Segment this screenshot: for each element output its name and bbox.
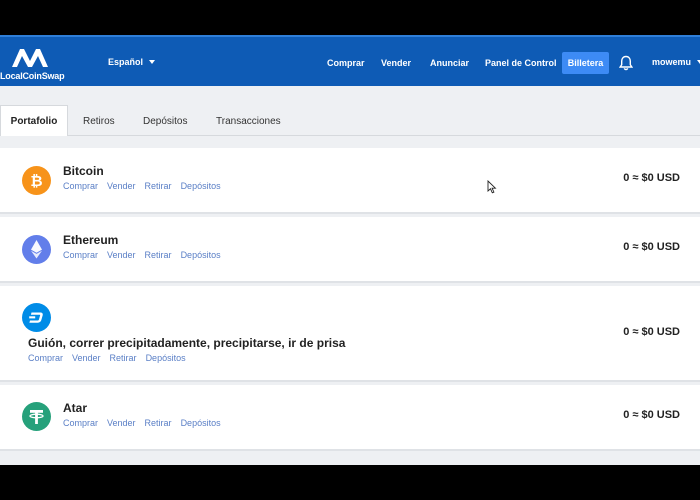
brand-logo[interactable]: LocalCoinSwap	[0, 45, 70, 85]
tab-withdrawals[interactable]: Retiros	[83, 116, 115, 127]
buy-link[interactable]: Comprar	[63, 250, 98, 260]
coin-actions: Comprar Vender Retirar Depósitos	[63, 181, 221, 191]
withdraw-link[interactable]: Retirar	[110, 353, 137, 363]
language-label: Español	[108, 57, 144, 67]
coin-row-dash: Guión, correr precipitadamente, precipit…	[0, 286, 700, 382]
wallet-tabs: Portafolio Retiros Depósitos Transaccion…	[0, 86, 700, 136]
nav-buy-link[interactable]: Comprar	[327, 58, 365, 68]
deposits-link[interactable]: Depósitos	[146, 353, 186, 363]
dash-icon	[22, 303, 51, 332]
sell-link[interactable]: Vender	[107, 418, 136, 428]
bitcoin-icon: ₿	[22, 166, 51, 195]
language-selector[interactable]: Español	[108, 57, 156, 67]
localcoinswap-logo-icon	[12, 49, 48, 67]
buy-link[interactable]: Comprar	[63, 418, 98, 428]
tab-portfolio[interactable]: Portafolio	[0, 105, 68, 136]
coin-actions: Comprar Vender Retirar Depósitos	[28, 353, 186, 363]
nav-sell-link[interactable]: Vender	[381, 58, 411, 68]
buy-link[interactable]: Comprar	[63, 181, 98, 191]
coin-name: Bitcoin	[63, 164, 104, 178]
deposits-link[interactable]: Depósitos	[181, 418, 221, 428]
sell-link[interactable]: Vender	[107, 250, 136, 260]
tab-deposits[interactable]: Depósitos	[143, 116, 187, 127]
mouse-cursor-icon	[487, 180, 497, 194]
coin-balance: 0 ≈ $0 USD	[623, 326, 680, 338]
brand-name: LocalCoinSwap	[0, 71, 65, 81]
username: mowemu	[652, 57, 692, 67]
coin-balance: 0 ≈ $0 USD	[623, 241, 680, 253]
sell-link[interactable]: Vender	[72, 353, 101, 363]
coin-actions: Comprar Vender Retirar Depósitos	[63, 250, 221, 260]
bell-icon[interactable]	[619, 55, 633, 71]
nav-dashboard-link[interactable]: Panel de Control	[485, 58, 557, 68]
coin-name: Atar	[63, 401, 88, 415]
deposits-link[interactable]: Depósitos	[181, 181, 221, 191]
top-navbar: LocalCoinSwap Español Comprar Vender Anu…	[0, 35, 700, 86]
coin-row-ethereum: Ethereum Comprar Vender Retirar Depósito…	[0, 217, 700, 283]
withdraw-link[interactable]: Retirar	[145, 181, 172, 191]
tether-icon	[22, 402, 51, 431]
tab-transactions[interactable]: Transacciones	[216, 116, 281, 127]
coin-name: Ethereum	[63, 233, 119, 247]
coin-balance: 0 ≈ $0 USD	[623, 172, 680, 184]
withdraw-link[interactable]: Retirar	[145, 250, 172, 260]
withdraw-link[interactable]: Retirar	[145, 418, 172, 428]
sell-link[interactable]: Vender	[107, 181, 136, 191]
user-menu[interactable]: mowemu	[652, 57, 700, 67]
wallet-button[interactable]: Billetera	[562, 52, 609, 74]
coin-balance: 0 ≈ $0 USD	[623, 409, 680, 421]
coin-actions: Comprar Vender Retirar Depósitos	[63, 418, 221, 428]
coin-row-bitcoin: ₿ Bitcoin Comprar Vender Retirar Depósit…	[0, 148, 700, 214]
buy-link[interactable]: Comprar	[28, 353, 63, 363]
app-screen: LocalCoinSwap Español Comprar Vender Anu…	[0, 35, 700, 465]
chevron-down-icon	[149, 60, 156, 64]
coin-name: Guión, correr precipitadamente, precipit…	[28, 336, 346, 350]
deposits-link[interactable]: Depósitos	[181, 250, 221, 260]
nav-advertise-link[interactable]: Anunciar	[430, 58, 469, 68]
coin-row-tether: Atar Comprar Vender Retirar Depósitos 0 …	[0, 385, 700, 451]
ethereum-icon	[22, 235, 51, 264]
svg-text:₿: ₿	[30, 172, 42, 190]
